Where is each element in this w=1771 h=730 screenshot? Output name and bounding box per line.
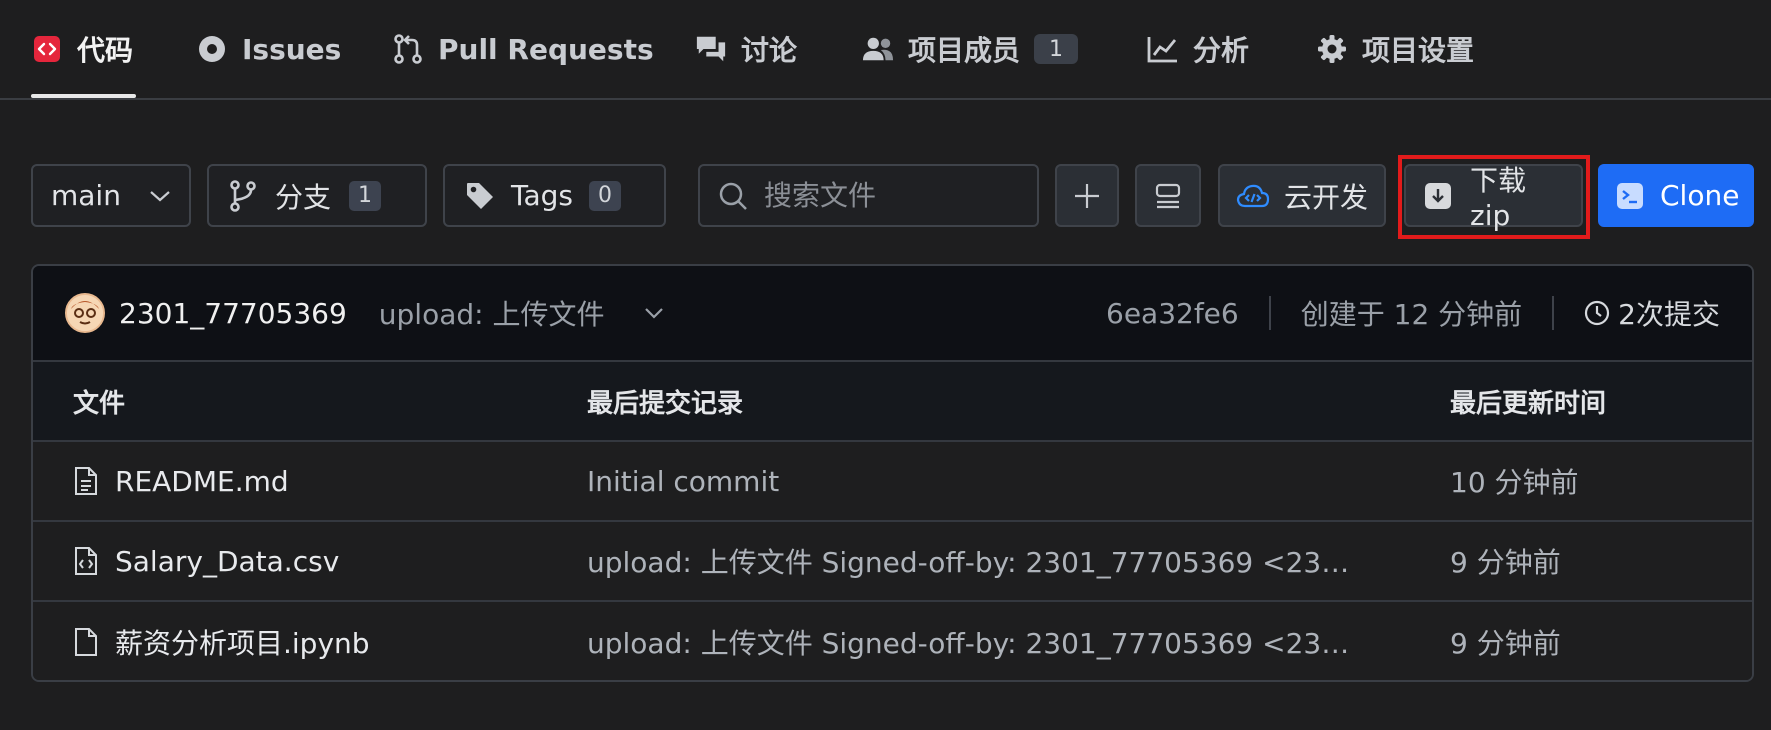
cloud-dev-label: 云开发 <box>1284 180 1369 214</box>
clone-button[interactable]: Clone <box>1598 164 1754 227</box>
last-updated-time: 9 分钟前 <box>1450 627 1561 660</box>
commit-created-time: 创建于 12 分钟前 <box>1300 298 1523 331</box>
tab-issues[interactable]: Issues <box>196 26 341 72</box>
file-name-link[interactable]: 薪资分析项目.ipynb <box>115 622 370 662</box>
file-icon <box>73 627 99 657</box>
commit-hash[interactable]: 6ea32fe6 <box>1106 297 1239 330</box>
discussion-icon <box>695 33 727 65</box>
search-input[interactable] <box>764 179 1024 212</box>
last-commit-message[interactable]: upload: 上传文件 Signed-off-by: 2301_7770536… <box>587 541 1357 581</box>
issue-circle-icon <box>196 33 228 65</box>
divider <box>1268 296 1271 330</box>
chevron-down-icon <box>149 189 171 203</box>
commit-count-link[interactable]: 2次提交 <box>1584 293 1720 333</box>
document-icon <box>73 466 99 496</box>
tab-members[interactable]: 项目成员 1 <box>862 26 1079 72</box>
branch-icon <box>229 179 257 212</box>
tags-label: Tags <box>511 179 573 212</box>
last-updated-time: 10 分钟前 <box>1450 466 1579 499</box>
layout-icon <box>1154 182 1182 210</box>
branches-button[interactable]: 分支 1 <box>207 164 427 227</box>
chevron-down-icon[interactable] <box>644 307 664 319</box>
file-search-field[interactable] <box>698 164 1039 227</box>
members-icon <box>862 33 894 65</box>
latest-commit-bar: 2301_77705369 upload: 上传文件 6ea32fe6 创建于 … <box>33 266 1752 362</box>
tab-label: Issues <box>242 32 342 66</box>
commit-count: 2次提交 <box>1618 298 1720 331</box>
divider <box>1552 296 1555 330</box>
column-header-file: 文件 <box>73 388 126 419</box>
cloud-dev-button[interactable]: 云开发 <box>1218 164 1386 227</box>
file-cell: Salary_Data.csv <box>73 545 339 578</box>
branch-selector[interactable]: main <box>31 164 191 227</box>
tab-code[interactable]: 代码 <box>31 26 133 72</box>
download-icon <box>1424 182 1452 210</box>
branches-count-badge: 1 <box>349 180 382 211</box>
tab-label: 项目设置 <box>1362 34 1475 67</box>
file-cell: README.md <box>73 465 289 498</box>
commit-message[interactable]: upload: 上传文件 <box>379 293 605 333</box>
commit-author[interactable]: 2301_77705369 <box>119 297 347 330</box>
table-header: 文件 最后提交记录 最后更新时间 <box>33 362 1752 442</box>
search-icon <box>718 181 748 211</box>
file-name-link[interactable]: Salary_Data.csv <box>115 545 339 578</box>
clock-icon <box>1584 300 1610 326</box>
code-icon <box>31 33 63 65</box>
tab-label: 项目成员 <box>908 34 1021 67</box>
tab-label: 讨论 <box>741 34 798 67</box>
tags-count-badge: 0 <box>589 180 621 211</box>
plus-icon <box>1073 182 1101 210</box>
branch-name: main <box>51 179 121 212</box>
repo-tab-bar: 代码 Issues Pull Requests 讨论 项目成员 1 分析 项目设… <box>0 0 1771 100</box>
layout-toggle-button[interactable] <box>1135 164 1201 227</box>
code-file-icon <box>73 546 99 576</box>
tab-label: 代码 <box>77 34 134 67</box>
add-file-button[interactable] <box>1055 164 1119 227</box>
table-row[interactable]: Salary_Data.csv upload: 上传文件 Signed-off-… <box>33 522 1752 602</box>
branches-label: 分支 <box>275 180 332 214</box>
chart-icon <box>1147 33 1179 65</box>
commit-meta: 6ea32fe6 创建于 12 分钟前 2次提交 <box>1106 293 1720 333</box>
tab-label: 分析 <box>1193 34 1250 67</box>
clone-label: Clone <box>1660 179 1740 212</box>
cloud-code-icon <box>1236 183 1270 209</box>
column-header-updated: 最后更新时间 <box>1450 388 1607 419</box>
last-commit-message[interactable]: upload: 上传文件 Signed-off-by: 2301_7770536… <box>587 622 1357 662</box>
table-row[interactable]: 薪资分析项目.ipynb upload: 上传文件 Signed-off-by:… <box>33 602 1752 680</box>
table-row[interactable]: README.md Initial commit 10 分钟前 <box>33 442 1752 522</box>
file-list-panel: 2301_77705369 upload: 上传文件 6ea32fe6 创建于 … <box>31 264 1754 682</box>
terminal-icon <box>1616 182 1644 210</box>
members-count-badge: 1 <box>1034 34 1079 64</box>
pull-request-icon <box>392 33 424 65</box>
tab-analytics[interactable]: 分析 <box>1147 26 1249 72</box>
file-name-link[interactable]: README.md <box>115 465 289 498</box>
file-cell: 薪资分析项目.ipynb <box>73 622 370 662</box>
tab-settings[interactable]: 项目设置 <box>1316 26 1474 72</box>
column-header-last-commit: 最后提交记录 <box>587 388 744 419</box>
active-tab-indicator <box>31 94 136 98</box>
tab-label: Pull Requests <box>438 32 654 66</box>
tab-discussion[interactable]: 讨论 <box>695 26 797 72</box>
last-commit-message[interactable]: Initial commit <box>587 465 1357 498</box>
gear-icon <box>1316 33 1348 65</box>
last-updated-time: 9 分钟前 <box>1450 546 1561 579</box>
tag-icon <box>465 181 495 211</box>
download-zip-button[interactable]: 下载zip <box>1404 164 1583 232</box>
tab-pull-requests[interactable]: Pull Requests <box>392 26 654 72</box>
avatar[interactable] <box>65 293 105 333</box>
download-zip-label: 下载zip <box>1470 164 1527 232</box>
tags-button[interactable]: Tags 0 <box>443 164 666 227</box>
